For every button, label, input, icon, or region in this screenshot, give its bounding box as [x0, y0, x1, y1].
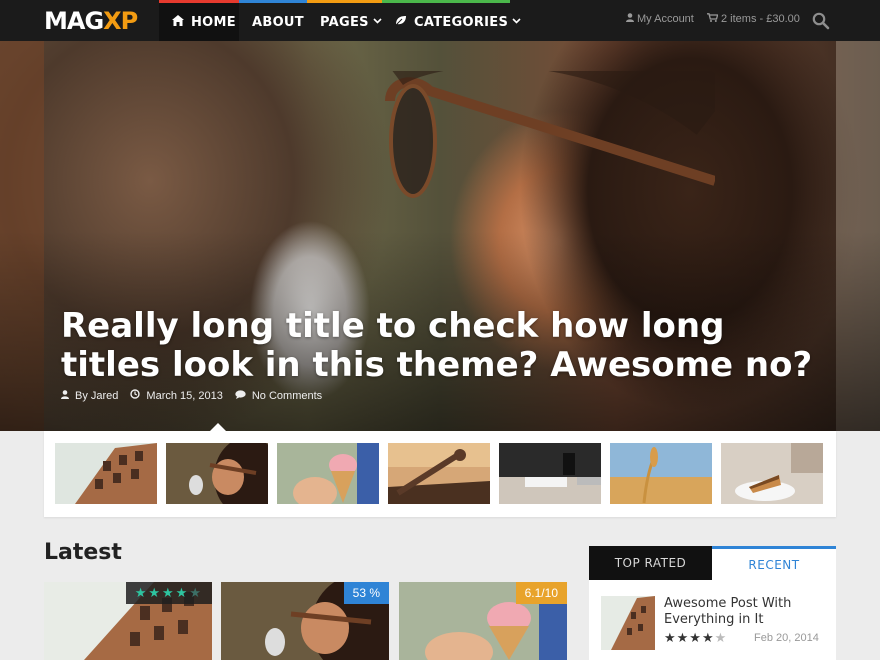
nav-item-label: PAGES	[320, 14, 369, 30]
latest-heading: Latest	[44, 540, 122, 565]
clock-icon	[130, 389, 141, 402]
site-logo[interactable]: MAGXP	[44, 6, 138, 36]
logo-main-text: MAG	[44, 7, 104, 35]
account-label: My Account	[637, 13, 694, 25]
hero-title[interactable]: Really long title to check how long titl…	[61, 307, 831, 385]
latest-card[interactable]: ★★★★★	[44, 582, 212, 660]
rating-badge: ★★★★★	[125, 582, 212, 604]
my-account-link[interactable]: My Account	[626, 13, 694, 25]
date-meta: March 15, 2013	[130, 389, 223, 402]
leaf-icon	[395, 15, 407, 29]
cart-icon	[707, 13, 719, 25]
widget-post-item: Awesome Post With Everything in It ★★★★★…	[601, 596, 827, 652]
percent-badge: 53 %	[343, 582, 389, 604]
widget-star-rating: ★★★★★	[664, 630, 728, 645]
user-icon	[626, 13, 634, 25]
nav-item-pages[interactable]: PAGES	[307, 0, 382, 41]
cart-link[interactable]: 2 items - £30.00	[707, 13, 800, 25]
nav-item-label: CATEGORIES	[414, 14, 509, 30]
thumb-building[interactable]	[55, 443, 157, 504]
thumb-woman-sunglasses[interactable]	[166, 443, 268, 504]
widget-post-title[interactable]: Awesome Post With Everything in It	[664, 596, 824, 628]
latest-card[interactable]: 53 %	[221, 582, 389, 660]
user-icon	[61, 389, 69, 402]
nav-item-categories[interactable]: CATEGORIES	[382, 0, 521, 41]
widget-tabs: TOP RATED RECENT	[589, 546, 836, 580]
thumb-desk-notebook[interactable]	[499, 443, 601, 504]
search-icon	[812, 12, 830, 34]
thumb-cake-plate[interactable]	[721, 443, 823, 504]
chevron-down-icon	[512, 17, 521, 27]
thumb-ice-cream[interactable]	[277, 443, 379, 504]
star-rating: ★★★★★	[134, 585, 203, 600]
comment-icon	[235, 389, 246, 402]
widget-post-date: Feb 20, 2014	[754, 632, 819, 644]
comments-meta[interactable]: No Comments	[235, 390, 322, 402]
tabbed-posts-widget: TOP RATED RECENT Awesome Post With Every…	[589, 546, 836, 660]
widget-post-thumb[interactable]	[601, 596, 655, 650]
thumb-rusty-machine[interactable]	[388, 443, 490, 504]
comments-count: No Comments	[251, 389, 323, 402]
hero-photo	[385, 71, 715, 198]
hero-meta: By Jared March 15, 2013 No Comments	[61, 389, 334, 402]
latest-card[interactable]: 6.1/10	[399, 582, 567, 660]
logo-accent-text: XP	[103, 7, 138, 35]
nav-item-home[interactable]: HOME	[159, 0, 239, 41]
top-navbar: MAGXP HOME ABOUT PAGES CATEGORIES My Acc…	[0, 0, 880, 41]
nav-item-label: ABOUT	[252, 14, 304, 30]
author-meta[interactable]: By Jared	[61, 390, 118, 402]
nav-item-label: HOME	[191, 14, 236, 30]
thumb-wheat-field[interactable]	[610, 443, 712, 504]
home-icon	[172, 15, 184, 29]
search-button[interactable]	[812, 12, 830, 30]
post-date: March 15, 2013	[146, 389, 223, 402]
author-name: By Jared	[75, 389, 119, 402]
chevron-down-icon	[373, 17, 382, 27]
tab-recent[interactable]: RECENT	[712, 546, 836, 580]
tab-top-rated[interactable]: TOP RATED	[589, 546, 712, 580]
score-badge: 6.1/10	[515, 582, 567, 604]
cart-summary: 2 items - £30.00	[721, 13, 800, 25]
slider-thumbnails	[44, 431, 836, 517]
nav-item-about[interactable]: ABOUT	[239, 0, 307, 41]
main-menu: HOME ABOUT PAGES CATEGORIES	[159, 0, 521, 41]
featured-slider[interactable]: Really long title to check how long titl…	[0, 41, 880, 431]
